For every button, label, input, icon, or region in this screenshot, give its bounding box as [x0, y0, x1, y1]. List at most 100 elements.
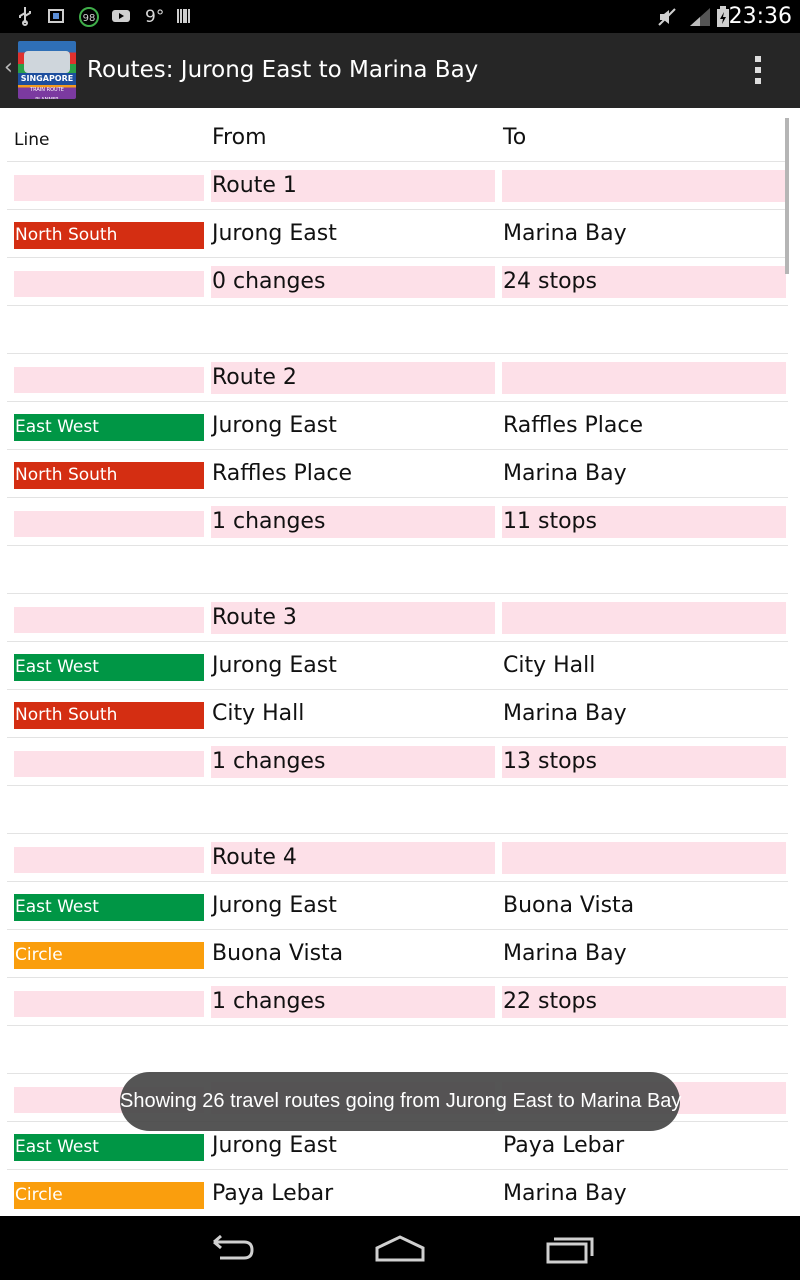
recent-apps-icon[interactable]	[540, 1232, 600, 1266]
home-icon[interactable]	[370, 1232, 430, 1266]
line-badge: East West	[14, 1134, 204, 1161]
route-leg-row[interactable]: East West Jurong East Raffles Place	[7, 402, 788, 450]
status-time: 23:36	[728, 4, 792, 29]
route-title: Route 3	[211, 602, 495, 634]
column-header-line: Line	[14, 130, 50, 150]
from-station: Buona Vista	[212, 941, 344, 966]
route-summary-row[interactable]: 1 changes 13 stops	[7, 738, 788, 786]
to-station: Marina Bay	[503, 1181, 627, 1206]
line-cell-empty	[14, 991, 204, 1017]
to-station: Marina Bay	[503, 941, 627, 966]
route-to-cell	[502, 170, 786, 202]
action-bar: ‹ SINGAPORE TRAIN ROUTE PLANNER Routes: …	[0, 33, 800, 108]
more-vert-icon	[755, 56, 761, 62]
toast-message: Showing 26 travel routes going from Juro…	[120, 1072, 681, 1131]
route-leg-row[interactable]: Circle Buona Vista Marina Bay	[7, 930, 788, 978]
barcode-icon	[176, 6, 192, 28]
more-vert-dot	[755, 78, 761, 84]
to-station: Marina Bay	[503, 221, 627, 246]
line-badge: Circle	[14, 1182, 204, 1209]
back-icon[interactable]	[200, 1232, 260, 1266]
status-bar: 98 9° 23:36	[0, 0, 800, 33]
route-title: Route 1	[211, 170, 495, 202]
column-header-to: To	[503, 125, 527, 150]
route-title: Route 4	[211, 842, 495, 874]
to-station: Marina Bay	[503, 701, 627, 726]
to-station: Paya Lebar	[503, 1133, 625, 1158]
badge-98-icon: 98	[78, 6, 100, 28]
line-cell-empty	[14, 175, 204, 201]
line-cell-empty	[14, 607, 204, 633]
from-station: Paya Lebar	[212, 1181, 334, 1206]
route-to-cell	[502, 362, 786, 394]
to-station: City Hall	[503, 653, 596, 678]
line-badge: East West	[14, 654, 204, 681]
status-badge: 98	[83, 13, 96, 24]
mute-icon	[656, 6, 678, 28]
route-header-row[interactable]: Route 3	[7, 594, 788, 642]
sd-card-icon	[48, 6, 64, 28]
to-station: Buona Vista	[503, 893, 635, 918]
logo-text: SINGAPORE	[18, 73, 76, 85]
route-summary-row[interactable]: 0 changes 24 stops	[7, 258, 788, 306]
from-station: Jurong East	[212, 221, 337, 246]
route-leg-row[interactable]: North South City Hall Marina Bay	[7, 690, 788, 738]
overflow-menu-button[interactable]	[748, 53, 768, 89]
line-badge: East West	[14, 894, 204, 921]
line-cell-empty	[14, 847, 204, 873]
changes-count: 1 changes	[211, 506, 495, 538]
route-header-row[interactable]: Route 4	[7, 834, 788, 882]
route-summary-row[interactable]: 1 changes 22 stops	[7, 978, 788, 1026]
to-station: Raffles Place	[503, 413, 644, 438]
spacer-row	[7, 1026, 788, 1074]
signal-icon	[688, 6, 712, 28]
navigation-bar	[0, 1216, 800, 1280]
route-leg-row[interactable]: East West Jurong East Buona Vista	[7, 882, 788, 930]
spacer-row	[7, 546, 788, 594]
changes-count: 1 changes	[211, 746, 495, 778]
route-to-cell	[502, 602, 786, 634]
app-logo[interactable]: SINGAPORE TRAIN ROUTE PLANNER	[18, 41, 76, 99]
more-vert-dot	[755, 67, 761, 73]
from-station: Jurong East	[212, 413, 337, 438]
line-cell-empty	[14, 271, 204, 297]
from-station: Jurong East	[212, 893, 337, 918]
line-badge: North South	[14, 222, 204, 249]
stops-count: 11 stops	[502, 506, 786, 538]
scrollbar-thumb[interactable]	[785, 118, 789, 274]
youtube-icon	[111, 6, 131, 28]
from-station: Raffles Place	[212, 461, 353, 486]
line-cell-empty	[14, 511, 204, 537]
line-badge: North South	[14, 702, 204, 729]
stops-count: 13 stops	[502, 746, 786, 778]
changes-count: 0 changes	[211, 266, 495, 298]
route-leg-row[interactable]: North South Jurong East Marina Bay	[7, 210, 788, 258]
route-header-row[interactable]: Route 1	[7, 162, 788, 210]
route-leg-row[interactable]: North South Raffles Place Marina Bay	[7, 450, 788, 498]
route-to-cell	[502, 842, 786, 874]
route-leg-row[interactable]: East West Jurong East City Hall	[7, 642, 788, 690]
page-title: Routes: Jurong East to Marina Bay	[87, 57, 479, 83]
from-station: Jurong East	[212, 653, 337, 678]
logo-subtext: TRAIN ROUTE PLANNER	[30, 87, 64, 99]
line-badge: East West	[14, 414, 204, 441]
line-cell-empty	[14, 751, 204, 777]
to-station: Marina Bay	[503, 461, 627, 486]
route-leg-row[interactable]: Circle Paya Lebar Marina Bay	[7, 1170, 788, 1216]
line-cell-empty	[14, 367, 204, 393]
spacer-row	[7, 786, 788, 834]
column-header-from: From	[212, 125, 267, 150]
route-header-row[interactable]: Route 2	[7, 354, 788, 402]
from-station: City Hall	[212, 701, 305, 726]
routes-table[interactable]: Line From To Route 1 North South Jurong Ea…	[0, 108, 800, 1216]
chevron-left-icon[interactable]: ‹	[4, 55, 13, 80]
changes-count: 1 changes	[211, 986, 495, 1018]
spacer-row	[7, 306, 788, 354]
stops-count: 24 stops	[502, 266, 786, 298]
usb-icon	[18, 6, 32, 28]
stops-count: 22 stops	[502, 986, 786, 1018]
from-station: Jurong East	[212, 1133, 337, 1158]
route-summary-row[interactable]: 1 changes 11 stops	[7, 498, 788, 546]
table-header-row: Line From To	[7, 114, 788, 162]
train-icon	[24, 51, 70, 73]
